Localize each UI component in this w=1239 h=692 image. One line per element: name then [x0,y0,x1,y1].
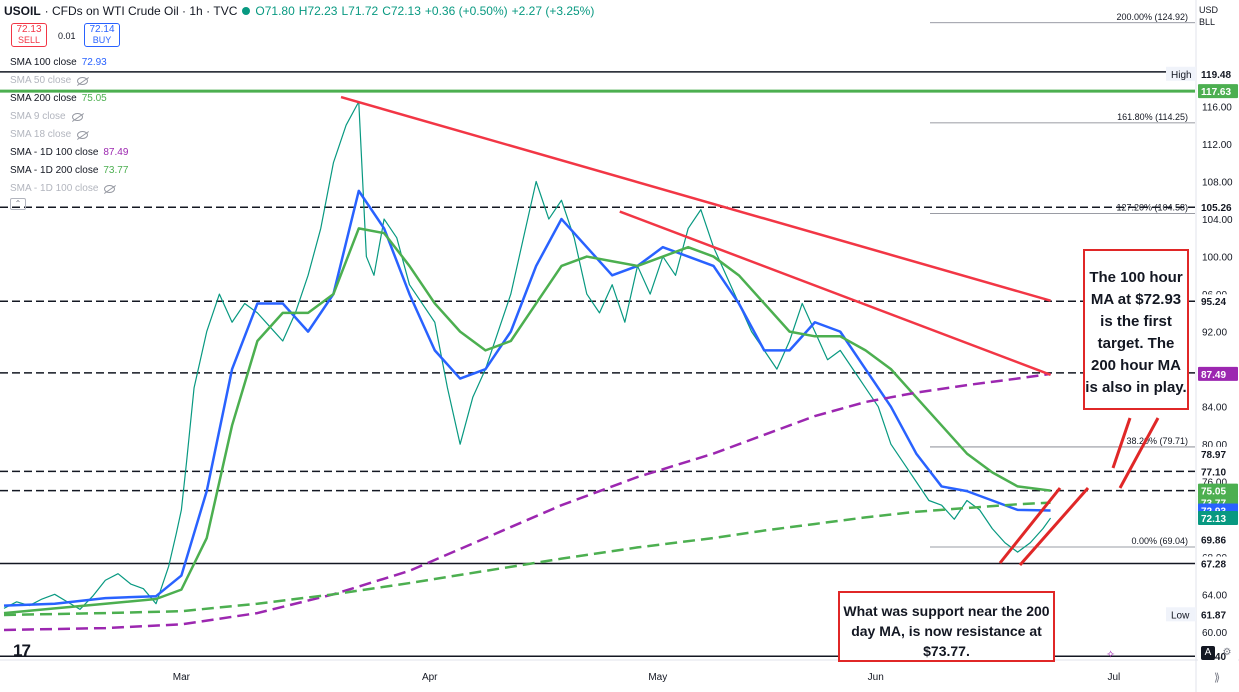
x-tick-label: Jul [1108,672,1121,683]
indicator-value: 87.49 [103,147,129,158]
indicator-label: SMA 50 close [10,75,72,86]
price-label: 105.26 [1201,203,1232,214]
buy-button[interactable]: 72.14 BUY [84,23,120,47]
source-label: TVC [213,4,238,18]
indicator-label: SMA 9 close [10,111,66,122]
trendline [619,210,1052,376]
indicator-value: 73.77 [103,165,129,176]
y-tick-label: 64.00 [1202,590,1227,601]
indicator-value: 75.05 [81,93,107,104]
indicator-label: SMA 100 close [10,57,77,68]
x-tick-label: Apr [422,672,438,683]
price-label: 95.24 [1201,297,1226,308]
price-chart[interactable]: 200.00% (124.92)161.80% (114.25)127.20% … [0,0,1239,692]
y-tick-label: 112.00 [1202,140,1232,151]
indicator-row[interactable]: SMA 9 close [10,108,128,126]
price-label: 61.87 [1201,610,1226,621]
tradingview-logo[interactable]: 17 [13,641,31,661]
change-value: +0.36 (+0.50%) [424,4,508,18]
price-label: 87.49 [1201,370,1226,381]
y-tick-label: 92.00 [1202,328,1227,339]
indicator-row[interactable]: SMA - 1D 200 close 73.77 [10,162,128,180]
indicator-label: SMA - 1D 200 close [10,165,99,176]
sell-price: 72.13 [16,24,42,35]
y-tick-label: 116.00 [1202,102,1232,113]
series-line [3,101,1052,610]
price-label: 72.13 [1201,514,1226,525]
hidden-eye-icon[interactable] [104,185,116,193]
unit-label: BLL [1199,17,1216,27]
hidden-eye-icon[interactable] [77,77,89,85]
indicator-row[interactable]: SMA 100 close 72.93 [10,54,128,72]
symbol-name[interactable]: USOIL [4,4,41,18]
price-label: 67.28 [1201,560,1226,571]
indicator-row[interactable]: SMA 50 close [10,72,128,90]
hidden-eye-icon[interactable] [77,131,89,139]
indicator-row[interactable]: SMA 18 close [10,126,128,144]
price-label: 77.10 [1201,467,1226,478]
buy-price: 72.14 [89,24,115,35]
side-label: Low [1171,610,1190,621]
close-value: C72.13 [382,4,421,18]
fib-level-label: 38.20% (79.71) [1126,436,1188,446]
gear-icon[interactable]: ⚙ [1220,646,1234,660]
indicator-value: 72.93 [81,57,107,68]
price-label: 117.63 [1201,87,1231,98]
auto-scale-button[interactable]: A [1201,646,1215,660]
sell-button[interactable]: 72.13 SELL [11,23,47,47]
y-tick-label: 104.00 [1202,215,1233,226]
fib-level-label: 127.20% (104.58) [1116,203,1188,213]
x-tick-label: May [648,672,667,683]
low-value: L71.72 [341,4,379,18]
high-value: H72.23 [298,4,338,18]
y-tick-label: 100.00 [1202,253,1233,264]
indicator-row[interactable]: SMA - 1D 100 close 87.49 [10,144,128,162]
indicator-legend: SMA 100 close 72.93 SMA 50 close SMA 200 cl… [10,54,128,198]
price-label: 78.97 [1201,450,1226,461]
currency-label: USD [1199,5,1219,15]
price-label: 69.86 [1201,535,1226,546]
annotation-100-hour-ma[interactable]: The 100 hour MA at $72.93 is the first t… [1083,249,1189,410]
fib-level-label: 161.80% (114.25) [1117,112,1188,122]
x-tick-label: Jun [868,672,884,683]
replay-icon[interactable]: ✧ [1106,648,1115,661]
indicator-row[interactable]: SMA - 1D 100 close [10,180,128,198]
indicator-label: SMA - 1D 100 close [10,183,99,194]
buy-label: BUY [92,35,112,45]
scroll-to-latest-icon[interactable]: ⟫ [1214,671,1220,684]
y-tick-label: 108.00 [1202,178,1233,189]
symbol-header: USOIL · CFDs on WTI Crude Oil · 1h · TVC… [4,4,595,18]
open-value: O71.80 [255,4,295,18]
indicator-label: SMA - 1D 100 close [10,147,99,158]
sell-label: SELL [17,35,41,45]
spread-value: 0.01 [58,31,76,41]
change-value-2: +2.27 (+3.25%) [511,4,595,18]
currency-labels: USD BLL [1199,4,1218,28]
indicator-row[interactable]: SMA 200 close 75.05 [10,90,128,108]
y-tick-label: 60.00 [1202,628,1227,639]
indicator-label: SMA 200 close [10,93,77,104]
symbol-description: CFDs on WTI Crude Oil [52,4,179,18]
x-tick-label: Mar [173,672,191,683]
price-label: 119.48 [1201,70,1231,81]
annotation-200-day-ma[interactable]: What was support near the 200 day MA, is… [838,591,1055,662]
hidden-eye-icon[interactable] [71,113,83,121]
fib-level-label: 0.00% (69.04) [1131,536,1188,546]
series-line [3,189,1051,607]
indicator-label: SMA 18 close [10,129,72,140]
collapse-legend-button[interactable]: ⌃ [10,198,26,210]
market-status-icon [242,7,251,15]
trendline [340,95,1051,302]
side-label: High [1171,70,1192,81]
y-tick-label: 84.00 [1202,403,1227,414]
interval-label[interactable]: 1h [189,4,202,18]
